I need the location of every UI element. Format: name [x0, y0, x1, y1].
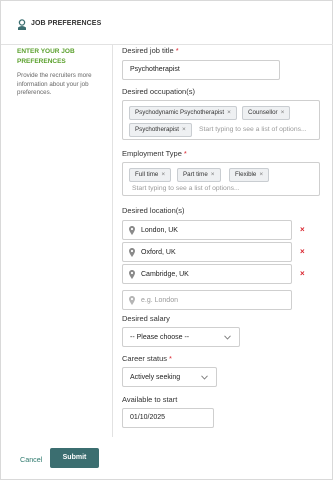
employment-type-label-text: Employment Type — [122, 149, 182, 158]
employment-tag[interactable]: Full time × — [129, 168, 172, 182]
tag-remove-icon[interactable]: × — [259, 171, 263, 178]
salary-select[interactable]: -- Please choose -- — [122, 327, 240, 347]
occupations-placeholder[interactable]: Start typing to see a list of options... — [199, 126, 307, 133]
required-marker: * — [175, 46, 179, 55]
tag-label: Flexible — [235, 171, 257, 178]
map-pin-icon — [129, 270, 135, 279]
employment-tag[interactable]: Flexible × — [229, 168, 270, 182]
job-title-label: Desired job title * — [122, 46, 179, 55]
map-pin-icon — [129, 226, 135, 235]
occupation-tag[interactable]: Psychodynamic Psychotherapist × — [129, 106, 237, 120]
career-status-select[interactable]: Actively seeking — [122, 367, 217, 387]
required-marker: * — [183, 149, 187, 158]
section-header: JOB PREFERENCES — [1, 1, 333, 45]
job-preferences-panel: JOB PREFERENCES ENTER YOUR JOB PREFERENC… — [0, 0, 333, 480]
employment-type-label: Employment Type * — [122, 149, 187, 158]
employment-type-field[interactable]: Full time × Part time × Flexible × Start ty… — [122, 162, 320, 196]
salary-label: Desired salary — [122, 314, 170, 323]
career-status-label: Career status * — [122, 354, 172, 363]
career-status-value: Actively seeking — [130, 374, 181, 381]
tag-label: Counsellor — [248, 109, 278, 116]
tag-label: Full time — [135, 171, 159, 178]
person-badge-icon — [18, 19, 26, 30]
job-title-input[interactable]: Psychotherapist — [122, 60, 280, 80]
available-date-input[interactable]: 01/10/2025 — [122, 408, 214, 428]
salary-value: -- Please choose -- — [130, 334, 190, 341]
available-label: Available to start — [122, 395, 178, 404]
remove-location-icon[interactable]: × — [300, 269, 305, 278]
sidebar-title: ENTER YOUR JOB PREFERENCES — [17, 48, 75, 65]
job-title-label-text: Desired job title — [122, 46, 174, 55]
tag-remove-icon[interactable]: × — [182, 126, 186, 133]
location-field[interactable]: Oxford, UK — [122, 242, 292, 262]
location-placeholder: e.g. London — [141, 297, 178, 304]
occupations-label: Desired occupation(s) — [122, 87, 195, 96]
career-status-label-text: Career status — [122, 354, 168, 363]
sidebar: ENTER YOUR JOB PREFERENCES Provide the r… — [1, 45, 113, 437]
tag-remove-icon[interactable]: × — [281, 109, 285, 116]
cancel-link[interactable]: Cancel — [20, 455, 42, 464]
occupation-tag[interactable]: Counsellor × — [242, 106, 291, 120]
location-value: Oxford, UK — [141, 249, 176, 256]
map-pin-icon — [129, 296, 135, 305]
new-location-input[interactable]: e.g. London — [122, 290, 292, 310]
tag-label: Psychodynamic Psychotherapist — [135, 109, 225, 116]
section-title: JOB PREFERENCES — [31, 20, 102, 27]
occupation-tag[interactable]: Psychotherapist × — [129, 123, 192, 137]
tag-remove-icon[interactable]: × — [211, 171, 215, 178]
submit-button[interactable]: Submit — [50, 448, 99, 468]
tag-label: Psychotherapist — [135, 126, 180, 133]
employment-placeholder[interactable]: Start typing to see a list of options... — [132, 185, 240, 192]
locations-label: Desired location(s) — [122, 206, 185, 215]
location-value: London, UK — [141, 227, 178, 234]
tag-remove-icon[interactable]: × — [227, 109, 231, 116]
required-marker: * — [169, 354, 172, 363]
remove-location-icon[interactable]: × — [300, 225, 305, 234]
tag-remove-icon[interactable]: × — [161, 171, 165, 178]
location-field[interactable]: Cambridge, UK — [122, 264, 292, 284]
location-field[interactable]: London, UK — [122, 220, 292, 240]
map-pin-icon — [129, 248, 135, 257]
remove-location-icon[interactable]: × — [300, 247, 305, 256]
sidebar-description: Provide the recruiters more information … — [17, 72, 92, 96]
chevron-down-icon — [201, 375, 208, 380]
chevron-down-icon — [224, 335, 231, 340]
tag-label: Part time — [183, 171, 208, 178]
employment-tag[interactable]: Part time × — [177, 168, 221, 182]
location-value: Cambridge, UK — [141, 271, 189, 278]
occupations-field[interactable]: Psychodynamic Psychotherapist × Counsello… — [122, 100, 320, 140]
